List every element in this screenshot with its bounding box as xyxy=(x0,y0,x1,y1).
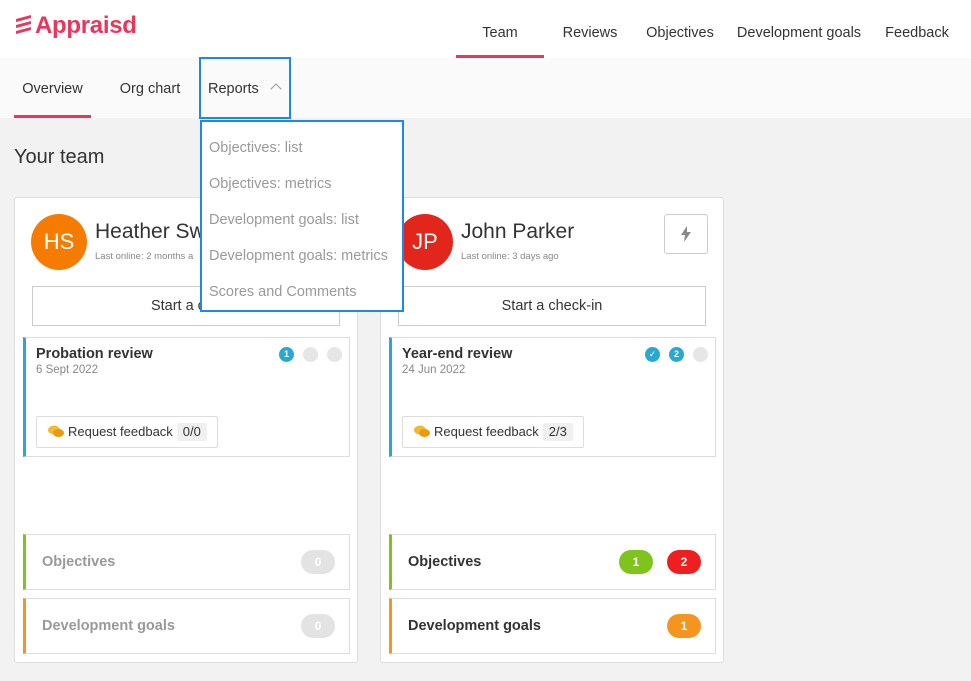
objectives-row[interactable]: Objectives 0 xyxy=(23,534,350,590)
report-option-scores-and-comments[interactable]: Scores and Comments xyxy=(202,274,402,310)
review-step-1-complete: ✓ xyxy=(645,347,660,362)
nav-development-goals[interactable]: Development goals xyxy=(730,0,868,58)
report-option-development-goals-metrics[interactable]: Development goals: metrics xyxy=(202,238,402,274)
avatar[interactable]: JP xyxy=(397,214,453,270)
review-step-2 xyxy=(303,347,318,362)
review-panel[interactable]: Probation review 6 Sept 2022 1 Request f… xyxy=(23,337,350,457)
review-step-3 xyxy=(693,347,708,362)
development-goals-label: Development goals xyxy=(408,618,541,634)
objectives-on-track-badge: 1 xyxy=(619,550,653,574)
tab-reports-label: Reports xyxy=(208,81,259,97)
member-name[interactable]: Heather Sw xyxy=(95,220,205,244)
logo-text: Appraisd xyxy=(35,12,137,39)
objectives-at-risk-badge: 2 xyxy=(667,550,701,574)
last-online: Last online: 2 months a xyxy=(95,251,194,262)
member-name[interactable]: John Parker xyxy=(461,220,574,244)
report-option-objectives-metrics[interactable]: Objectives: metrics xyxy=(202,166,402,202)
chat-bubbles-icon xyxy=(48,425,64,437)
review-panel[interactable]: Year-end review 24 Jun 2022 ✓ 2 Request … xyxy=(389,337,716,457)
nav-reviews[interactable]: Reviews xyxy=(552,0,628,58)
review-step-3 xyxy=(327,347,342,362)
feedback-count: 2/3 xyxy=(542,423,573,441)
development-goals-label: Development goals xyxy=(42,618,175,634)
chat-bubbles-icon xyxy=(414,425,430,437)
request-feedback-button[interactable]: Request feedback 0/0 xyxy=(36,416,218,448)
tab-org-chart[interactable]: Org chart xyxy=(112,58,188,118)
reports-dropdown: Objectives: list Objectives: metrics Dev… xyxy=(200,120,404,312)
review-date: 24 Jun 2022 xyxy=(402,364,466,376)
tab-reports[interactable]: Reports xyxy=(199,57,291,119)
objectives-count-badge: 0 xyxy=(301,550,335,574)
quick-actions-button[interactable] xyxy=(664,214,708,254)
feedback-count: 0/0 xyxy=(176,423,207,441)
last-online: Last online: 3 days ago xyxy=(461,251,559,262)
report-option-development-goals-list[interactable]: Development goals: list xyxy=(202,202,402,238)
section-title: Your team xyxy=(14,146,105,168)
review-title[interactable]: Year-end review xyxy=(402,346,512,362)
review-step-1: 1 xyxy=(279,347,294,362)
objectives-label: Objectives xyxy=(408,554,482,570)
team-member-card: JP John Parker Last online: 3 days ago S… xyxy=(380,197,724,663)
request-feedback-button[interactable]: Request feedback 2/3 xyxy=(402,416,584,448)
start-checkin-button[interactable]: Start a check-in xyxy=(398,286,706,326)
review-title[interactable]: Probation review xyxy=(36,346,153,362)
report-option-objectives-list[interactable]: Objectives: list xyxy=(202,130,402,166)
app-logo[interactable]: Appraisd xyxy=(14,12,137,40)
nav-team[interactable]: Team xyxy=(456,0,544,58)
objectives-label: Objectives xyxy=(42,554,116,570)
development-goals-row[interactable]: Development goals 0 xyxy=(23,598,350,654)
request-feedback-label: Request feedback xyxy=(68,424,173,439)
development-goals-row[interactable]: Development goals 1 xyxy=(389,598,716,654)
request-feedback-label: Request feedback xyxy=(434,424,539,439)
logo-mark-icon xyxy=(16,15,31,34)
tab-overview[interactable]: Overview xyxy=(14,58,91,118)
nav-feedback[interactable]: Feedback xyxy=(878,0,956,58)
chevron-up-icon xyxy=(270,83,282,95)
review-step-2: 2 xyxy=(669,347,684,362)
avatar[interactable]: HS xyxy=(31,214,87,270)
objectives-row[interactable]: Objectives 1 2 xyxy=(389,534,716,590)
development-goals-count-badge: 0 xyxy=(301,614,335,638)
nav-objectives[interactable]: Objectives xyxy=(638,0,722,58)
development-goals-count-badge: 1 xyxy=(667,614,701,638)
sub-nav: Overview Org chart xyxy=(0,58,971,118)
review-date: 6 Sept 2022 xyxy=(36,364,99,376)
lightning-bolt-icon xyxy=(681,226,691,242)
top-bar: Appraisd Team Reviews Objectives Develop… xyxy=(0,0,971,58)
